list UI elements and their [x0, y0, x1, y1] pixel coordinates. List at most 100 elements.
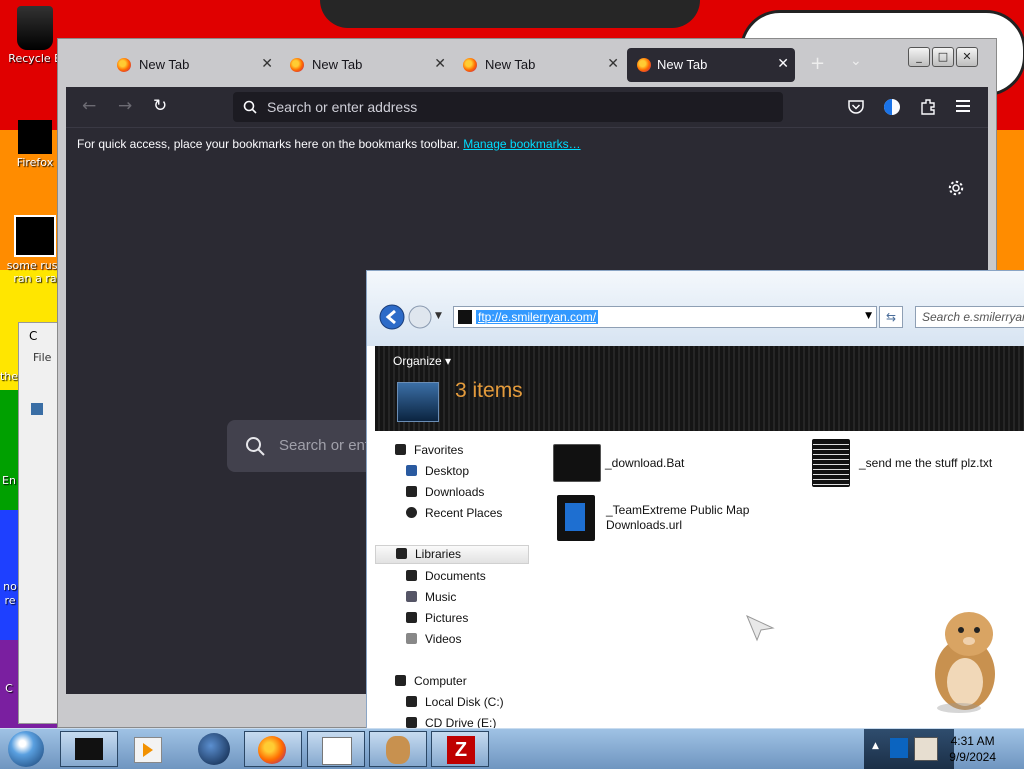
documents-icon: [406, 570, 417, 581]
tab-new-tab-active[interactable]: New Tab ✕: [627, 48, 795, 82]
maximize-icon[interactable]: □: [932, 47, 954, 67]
back-arrow-icon[interactable]: ←: [82, 97, 96, 115]
nav-videos[interactable]: Videos: [406, 632, 461, 646]
file-teamextreme-url[interactable]: _TeamExtreme Public Map Downloads.url: [557, 495, 777, 543]
nav-favorites[interactable]: Favorites: [395, 443, 463, 457]
organize-label: Organize: [393, 354, 442, 368]
notepad-app-icon: [322, 737, 352, 765]
manage-bookmarks-link[interactable]: Manage bookmarks…: [463, 137, 580, 151]
clock-time: 4:31 AM: [950, 734, 995, 748]
downloads-icon: [406, 486, 417, 497]
close-tab-icon[interactable]: ✕: [777, 55, 789, 72]
filezilla-app-icon: Z: [447, 736, 475, 764]
volume-icon[interactable]: [914, 737, 938, 761]
small-window-file-menu[interactable]: File: [33, 351, 51, 364]
file-name-line-2: Downloads.url: [606, 518, 683, 532]
nav-desktop[interactable]: Desktop: [406, 464, 469, 478]
taskbar: Z ▲ 4:31 AM 9/9/2024: [0, 728, 1024, 769]
explorer-address-text[interactable]: ftp://e.smilerryan.com/: [476, 310, 599, 324]
file-name: _download.Bat: [605, 456, 685, 470]
tab-label: New Tab: [312, 57, 363, 72]
nav-label: Computer: [414, 674, 467, 688]
batch-file-icon: [553, 444, 601, 482]
window-controls: _ □ ✕: [906, 47, 978, 67]
taskbar-notepad-button[interactable]: [307, 731, 365, 767]
recent-pages-dropdown-icon[interactable]: ▼: [435, 311, 442, 321]
explorer-search-box[interactable]: Search e.smilerryan.com: [915, 306, 1024, 328]
file-send-me-the-stuff-txt[interactable]: _send me the stuff plz.txt: [812, 439, 1024, 487]
nav-pictures[interactable]: Pictures: [406, 611, 468, 625]
reload-icon[interactable]: ↻: [153, 97, 167, 115]
close-tab-icon[interactable]: ✕: [434, 55, 446, 72]
hamster-app-icon: [386, 736, 410, 764]
nav-label: Music: [425, 590, 457, 604]
nav-computer[interactable]: Computer: [395, 674, 467, 688]
firefox-favicon-icon: [290, 58, 304, 72]
explorer-search-placeholder: Search e.smilerryan.com: [922, 310, 1024, 324]
show-hidden-icons-arrow[interactable]: ▲: [872, 741, 879, 751]
start-button[interactable]: [8, 731, 44, 767]
cursor-arrow-icon: [746, 615, 775, 642]
text-file-icon: [812, 439, 850, 487]
nav-music[interactable]: Music: [406, 590, 456, 604]
videos-icon: [406, 633, 417, 644]
taskbar-firefox-button[interactable]: [244, 731, 302, 767]
theme-contrast-icon[interactable]: [883, 98, 901, 116]
network-icon[interactable]: [890, 738, 908, 758]
nav-documents[interactable]: Documents: [406, 569, 486, 583]
system-clock[interactable]: 4:31 AM 9/9/2024: [949, 733, 996, 765]
close-tab-icon[interactable]: ✕: [261, 55, 273, 72]
minimize-icon[interactable]: _: [908, 47, 930, 67]
save-icon[interactable]: [31, 403, 43, 415]
nav-local-disk[interactable]: Local Disk (C:): [406, 695, 504, 709]
wallpaper-shape: [320, 0, 700, 28]
desktop-icon-label: Recycle B: [8, 52, 62, 65]
media-player-icon[interactable]: [134, 737, 162, 763]
nav-downloads[interactable]: Downloads: [406, 485, 484, 499]
ftp-folder-icon: [458, 310, 472, 324]
nav-libraries[interactable]: Libraries: [375, 545, 529, 564]
navigation-toolbar: ← → ↻ Search or enter address: [66, 87, 988, 127]
desktop-icon: [406, 465, 417, 476]
forward-button-icon[interactable]: [408, 305, 432, 329]
tab-new-tab-2[interactable]: New Tab ✕: [288, 48, 452, 82]
file-name: _send me the stuff plz.txt: [859, 456, 993, 470]
back-button-icon[interactable]: [379, 304, 405, 330]
cd-drive-icon: [406, 717, 417, 728]
internet-shortcut-icon: [557, 495, 595, 541]
settings-gear-icon[interactable]: [948, 180, 964, 196]
small-window-title: C: [29, 329, 38, 343]
address-bar[interactable]: Search or enter address: [233, 92, 783, 122]
tab-label: New Tab: [657, 57, 708, 72]
new-tab-search-placeholder: Search or ent: [279, 437, 370, 454]
forward-arrow-icon[interactable]: →: [118, 97, 132, 115]
organize-button[interactable]: Organize ▾: [393, 354, 451, 368]
extensions-icon[interactable]: [920, 98, 936, 115]
list-all-tabs-icon[interactable]: ⌄: [850, 53, 862, 69]
taskbar-explorer-button[interactable]: [60, 731, 118, 767]
explorer-address-bar[interactable]: ftp://e.smilerryan.com/ ▼: [453, 306, 877, 328]
tab-new-tab-1[interactable]: New Tab ✕: [115, 48, 279, 82]
refresh-icon[interactable]: ⇆: [879, 306, 903, 328]
explorer-command-bar: Organize ▾ 3 items: [375, 346, 1024, 431]
pocket-icon[interactable]: [848, 100, 864, 114]
tab-new-tab-3[interactable]: New Tab ✕: [461, 48, 625, 82]
desktop-icon-label: the: [0, 370, 19, 383]
taskbar-hamster-button[interactable]: [369, 731, 427, 767]
taskbar-filezilla-button[interactable]: Z: [431, 731, 489, 767]
globe-icon[interactable]: [198, 733, 230, 765]
menu-hamburger-icon[interactable]: [956, 100, 970, 112]
close-window-icon[interactable]: ✕: [956, 47, 978, 67]
new-tab-button[interactable]: +: [810, 53, 825, 74]
close-tab-icon[interactable]: ✕: [607, 55, 619, 72]
address-bar-placeholder: Search or enter address: [267, 99, 418, 115]
file-download-bat[interactable]: _download.Bat: [553, 444, 753, 484]
address-dropdown-icon[interactable]: ▼: [865, 311, 872, 321]
play-triangle: [143, 743, 153, 757]
clock-date: 9/9/2024: [949, 750, 996, 764]
libraries-icon: [396, 548, 407, 559]
nav-recent-places[interactable]: Recent Places: [406, 506, 502, 520]
nav-label: Downloads: [425, 485, 485, 499]
explorer-window[interactable]: ▼ ftp://e.smilerryan.com/ ▼ ⇆ Search e.s…: [366, 270, 1024, 740]
tab-strip: New Tab ✕ New Tab ✕ New Tab ✕ New Tab ✕ …: [58, 39, 996, 87]
